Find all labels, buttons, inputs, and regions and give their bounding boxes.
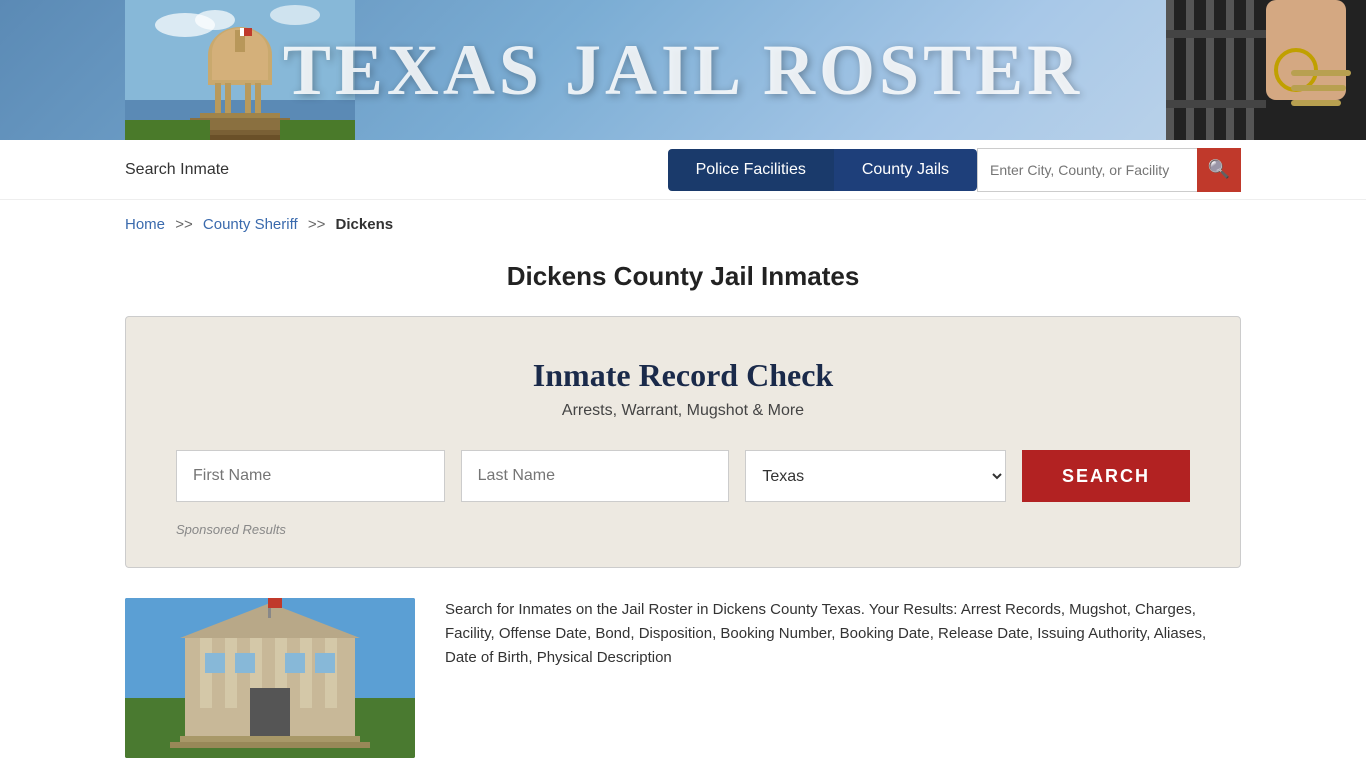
header-banner: Texas Jail Roster [0,0,1366,140]
nav-bar: Search Inmate Police Facilities County J… [0,140,1366,200]
sponsored-label: Sponsored Results [176,522,1190,537]
record-check-title: Inmate Record Check [176,357,1190,394]
county-jails-button[interactable]: County Jails [834,149,977,191]
page-title: Dickens County Jail Inmates [0,261,1366,292]
state-select[interactable]: AlabamaAlaskaArizonaArkansasCaliforniaCo… [745,450,1006,502]
site-title: Texas Jail Roster [283,29,1083,112]
record-form: AlabamaAlaskaArizonaArkansasCaliforniaCo… [176,450,1190,502]
bottom-description: Search for Inmates on the Jail Roster in… [445,598,1241,758]
first-name-input[interactable] [176,450,445,502]
breadcrumb-current: Dickens [336,216,394,233]
search-icon: 🔍 [1208,159,1230,180]
record-check-subtitle: Arrests, Warrant, Mugshot & More [176,402,1190,420]
police-facilities-button[interactable]: Police Facilities [668,149,834,191]
county-image [125,598,415,758]
nav-controls: Police Facilities County Jails 🔍 [668,148,1241,192]
breadcrumb-sep-2: >> [308,216,326,233]
inmate-record-check-box: Inmate Record Check Arrests, Warrant, Mu… [125,316,1241,568]
search-inmate-label: Search Inmate [125,161,229,179]
keys-image [1166,0,1366,140]
facility-search-input[interactable] [977,148,1197,192]
breadcrumb-home-link[interactable]: Home [125,216,165,233]
record-search-button[interactable]: SEARCH [1022,450,1190,502]
bottom-section: Search for Inmates on the Jail Roster in… [0,598,1366,758]
breadcrumb-sep-1: >> [175,216,193,233]
facility-search-button[interactable]: 🔍 [1197,148,1241,192]
breadcrumb-county-sheriff-link[interactable]: County Sheriff [203,216,298,233]
breadcrumb: Home >> County Sheriff >> Dickens [0,200,1366,249]
last-name-input[interactable] [461,450,730,502]
